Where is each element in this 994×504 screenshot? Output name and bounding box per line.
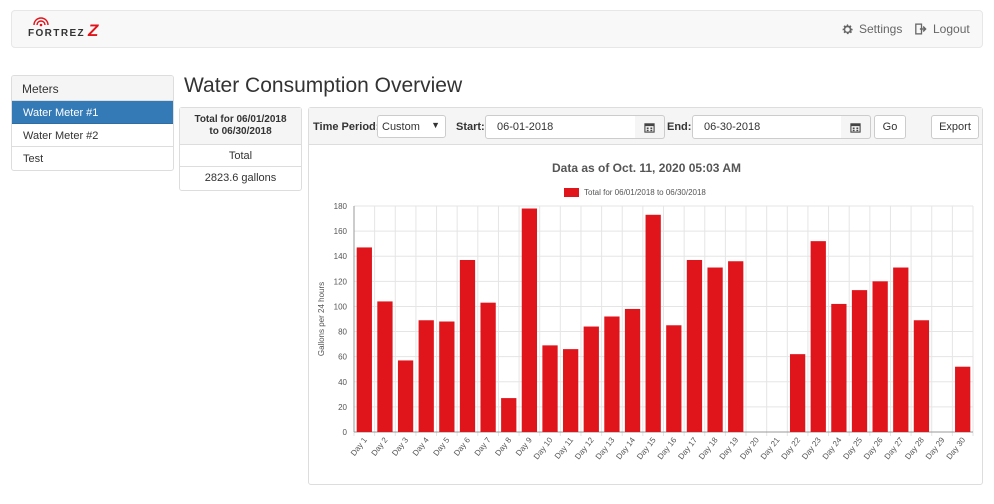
y-tick-label: 0: [343, 428, 348, 437]
x-tick-label: Day 18: [697, 435, 720, 461]
y-tick-label: 140: [334, 252, 348, 261]
bar: [521, 208, 538, 432]
bar: [789, 354, 806, 432]
x-tick-label: Day 29: [924, 435, 947, 461]
logo-z: Z: [88, 21, 99, 40]
y-tick-label: 180: [334, 202, 348, 211]
x-tick-label: Day 6: [452, 435, 472, 457]
logout-icon: [915, 23, 927, 35]
x-tick-label: Day 20: [738, 435, 761, 461]
x-tick-label: Day 5: [431, 435, 451, 457]
bar: [624, 308, 641, 432]
bar: [831, 303, 847, 432]
x-tick-label: Day 17: [676, 435, 699, 461]
settings-link[interactable]: Settings: [841, 22, 902, 36]
bar: [872, 281, 888, 432]
bar: [645, 214, 661, 432]
bar: [728, 261, 744, 432]
chart-panel: Time Period: Custom ▼ Start: 06-01-2018 …: [308, 107, 983, 485]
bar: [893, 267, 909, 432]
x-tick-label: Day 3: [390, 435, 410, 457]
bar: [604, 316, 620, 432]
x-tick-label: Day 12: [573, 435, 596, 461]
totals-value: 2823.6 gallons: [204, 172, 277, 184]
sidebar-item-test[interactable]: Test: [12, 147, 173, 170]
x-tick-label: Day 25: [841, 435, 864, 461]
sidebar-item-water-meter-2[interactable]: Water Meter #2: [12, 124, 173, 147]
x-tick-label: Day 22: [779, 435, 802, 461]
wifi-signal-icon: [33, 17, 49, 27]
meters-panel-title: Meters: [12, 76, 173, 101]
logout-link[interactable]: Logout: [915, 22, 970, 36]
x-tick-label: Day 1: [349, 435, 369, 457]
totals-panel: Total for 06/01/2018 to 06/30/2018 Total…: [179, 107, 302, 191]
x-tick-label: Day 19: [718, 435, 741, 461]
totals-heading-line1: Total for 06/01/2018: [194, 114, 287, 125]
y-tick-label: 40: [338, 378, 347, 387]
bar: [397, 360, 414, 432]
x-tick-label: Day 21: [759, 435, 782, 461]
x-tick-label: Day 15: [635, 435, 658, 461]
page-title: Water Consumption Overview: [184, 74, 463, 97]
x-tick-label: Day 10: [532, 435, 555, 461]
water-consumption-bar-chart: 020406080100120140160180Day 1 Day 2 Day 3D…: [317, 202, 974, 461]
gear-icon: [842, 23, 853, 34]
logo-text: FORTREZ: [28, 28, 86, 39]
x-tick-label: Day 30: [945, 435, 968, 461]
x-tick-label: Day 16: [656, 435, 679, 461]
bar: [480, 302, 496, 432]
bar: [810, 241, 826, 432]
bar: [459, 259, 476, 432]
y-tick-label: 80: [338, 328, 347, 337]
x-tick-label: Day 28: [903, 435, 926, 461]
logout-label: Logout: [933, 22, 970, 36]
x-tick-label: Day 14: [614, 435, 637, 461]
x-tick-label: Day 9: [514, 435, 534, 457]
meters-panel: Meters Water Meter #1 Water Meter #2 Tes…: [11, 75, 174, 171]
bar: [913, 320, 930, 432]
y-tick-label: 60: [338, 353, 347, 362]
totals-label: Total: [180, 145, 301, 167]
x-tick-label: Day 24: [821, 435, 844, 461]
bar: [356, 247, 372, 432]
x-tick-label: Day 13: [594, 435, 617, 461]
bar: [501, 398, 517, 432]
y-tick-label: 160: [334, 227, 348, 236]
bar: [418, 320, 434, 432]
x-tick-label: Day 23: [800, 435, 823, 461]
sidebar-item-water-meter-1[interactable]: Water Meter #1: [12, 101, 173, 124]
x-tick-label: Day 7: [473, 435, 493, 457]
totals-heading-line2: to 06/30/2018: [209, 126, 272, 137]
bar: [686, 259, 703, 432]
y-tick-label: 100: [334, 302, 348, 311]
x-tick-label: Day 8: [493, 435, 513, 457]
bar: [583, 326, 599, 432]
y-axis-label: Gallons per 24 hours: [317, 282, 326, 356]
y-tick-label: 20: [338, 403, 347, 412]
bar: [563, 349, 579, 432]
y-tick-label: 120: [334, 277, 348, 286]
x-tick-label: Day 27: [883, 435, 906, 461]
bar: [666, 325, 682, 432]
x-tick-label: Day 26: [862, 435, 885, 461]
bar: [542, 345, 558, 432]
bar: [955, 366, 971, 432]
x-tick-label: Day 2: [370, 435, 390, 457]
x-tick-label: Day 11: [553, 435, 576, 460]
totals-heading: Total for 06/01/2018 to 06/30/2018: [180, 108, 301, 145]
bar: [707, 267, 723, 432]
top-navbar: FORTREZ Z Settings Logout: [11, 10, 983, 48]
bar: [439, 321, 455, 432]
settings-label: Settings: [859, 22, 903, 36]
bar: [851, 290, 868, 432]
fortrez-logo[interactable]: FORTREZ Z: [28, 17, 108, 43]
bar: [377, 301, 393, 432]
x-tick-label: Day 4: [411, 435, 431, 457]
